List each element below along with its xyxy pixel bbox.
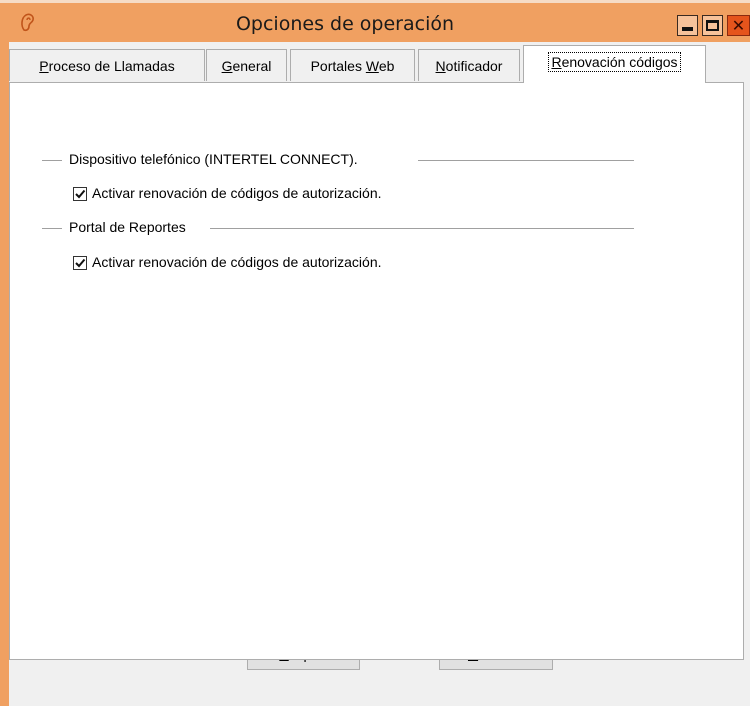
group-border: [42, 228, 62, 229]
checkmark-icon: [75, 189, 86, 199]
window-border: [0, 42, 9, 706]
minimize-icon: [682, 26, 693, 31]
tab-general[interactable]: General: [206, 49, 287, 81]
group-border: [42, 160, 62, 161]
tab-renovacion-codigos[interactable]: Renovación códigos: [523, 45, 706, 83]
tab-notificador[interactable]: Notificador: [418, 49, 520, 81]
renovacion-checkbox-dispositivo[interactable]: [73, 187, 87, 201]
tab-label: Notificador: [435, 57, 503, 74]
group-border: [210, 228, 634, 229]
checkbox-label: Activar renovación de códigos de autoriz…: [92, 185, 382, 201]
tab-panel: Dispositivo telefónico (INTERTEL CONNECT…: [9, 82, 744, 660]
maximize-button[interactable]: [702, 15, 723, 36]
close-icon: ✕: [731, 17, 746, 35]
title-bar[interactable]: Opciones de operación ✕: [0, 3, 750, 42]
maximize-icon: [706, 20, 719, 31]
close-button[interactable]: ✕: [727, 15, 750, 36]
tab-label: General: [221, 57, 272, 74]
checkmark-icon: [75, 258, 86, 268]
tab-portales-web[interactable]: Portales Web: [290, 49, 415, 81]
tab-label: Renovación códigos: [548, 51, 681, 72]
group-title-portal: Portal de Reportes: [66, 219, 189, 235]
dialog-body: Proceso de Llamadas General Portales Web…: [9, 42, 750, 706]
group-border: [418, 160, 634, 161]
window-title: Opciones de operación: [235, 13, 455, 35]
group-title-dispositivo: Dispositivo telefónico (INTERTEL CONNECT…: [66, 151, 361, 167]
minimize-button[interactable]: [677, 15, 698, 36]
checkbox-label: Activar renovación de códigos de autoriz…: [92, 254, 382, 270]
tab-proceso-de-llamadas[interactable]: Proceso de Llamadas: [9, 49, 205, 81]
tab-label: Proceso de Llamadas: [39, 57, 175, 74]
renovacion-checkbox-portal[interactable]: [73, 256, 87, 270]
tab-label: Portales Web: [310, 57, 395, 74]
